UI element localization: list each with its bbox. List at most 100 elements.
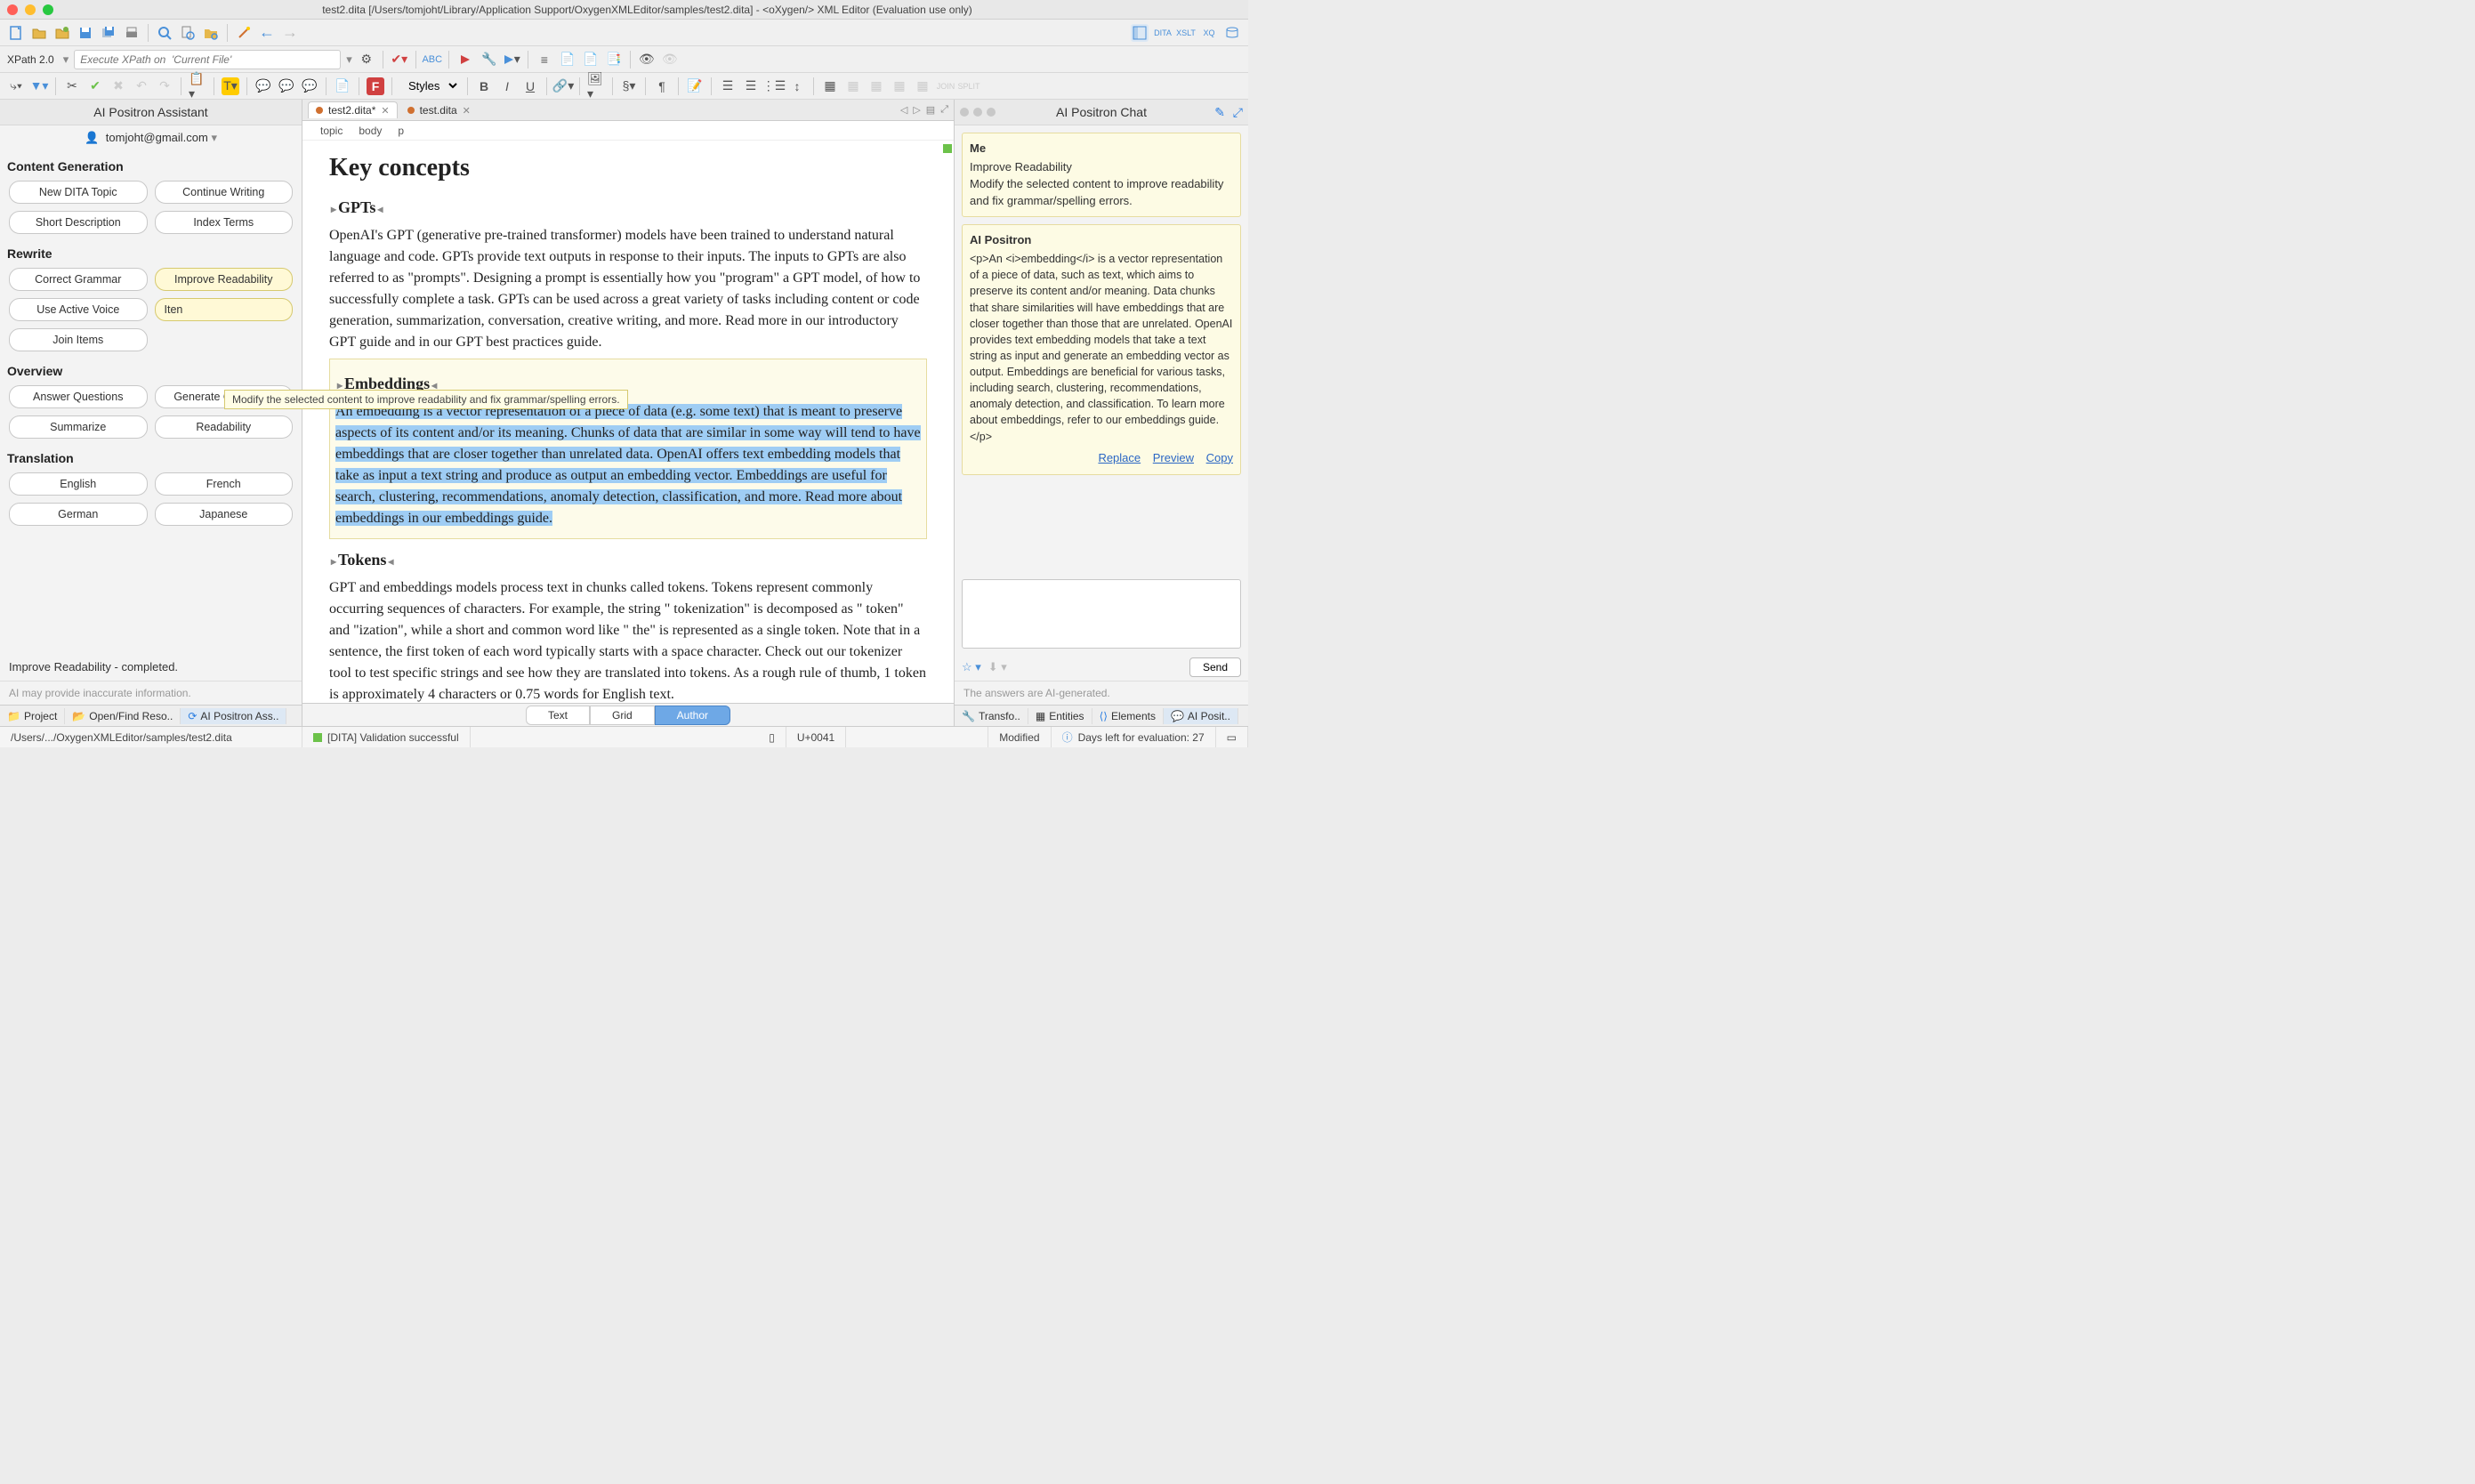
table-del-row-icon[interactable]: ▦	[891, 77, 908, 95]
entities-tab[interactable]: ▦Entities	[1028, 708, 1092, 724]
mode-author-button[interactable]: Author	[655, 706, 730, 725]
perspective-dita-icon[interactable]: DITA	[1154, 24, 1172, 42]
perspective-xq-icon[interactable]: XQ	[1200, 24, 1218, 42]
prev-change-icon[interactable]: ↶	[133, 77, 150, 95]
chat-input[interactable]	[962, 579, 1241, 649]
table-split-icon[interactable]: SPLIT	[960, 77, 978, 95]
find-in-files-icon[interactable]	[179, 24, 197, 42]
translate-japanese-button[interactable]: Japanese	[155, 503, 294, 526]
underline-icon[interactable]: U	[521, 77, 539, 95]
sort-icon[interactable]: ↕	[788, 77, 806, 95]
new-file-icon[interactable]	[7, 24, 25, 42]
summarize-button[interactable]: Summarize	[9, 415, 148, 439]
document-content[interactable]: Key concepts ▸GPTs◂ OpenAI's GPT (genera…	[302, 141, 954, 703]
code-icon[interactable]: 📝	[686, 77, 704, 95]
editor-tab-test2[interactable]: test2.dita* ✕	[308, 101, 398, 118]
project-tab[interactable]: 📁Project	[0, 708, 65, 724]
index-terms-button[interactable]: Index Terms	[155, 211, 294, 234]
insert-icon[interactable]: ⬇ ▾	[988, 660, 1007, 674]
image-icon[interactable]: 🖼▾	[587, 77, 605, 95]
show-icon[interactable]: 👁	[638, 51, 656, 69]
breadcrumb-item[interactable]: p	[398, 125, 404, 137]
continue-writing-button[interactable]: Continue Writing	[155, 181, 294, 204]
new-chat-icon[interactable]: ✎	[1214, 105, 1225, 120]
ai-positron-chat-tab[interactable]: 💬AI Posit..	[1164, 708, 1238, 724]
styles-dropdown[interactable]: Styles	[399, 77, 460, 95]
new-dita-topic-button[interactable]: New DITA Topic	[9, 181, 148, 204]
answer-questions-button[interactable]: Answer Questions	[9, 385, 148, 408]
perspective-db-icon[interactable]	[1223, 24, 1241, 42]
chevron-down-icon[interactable]: ▾	[211, 131, 217, 144]
tab-next-icon[interactable]: ▷	[913, 104, 920, 116]
minimize-window-icon[interactable]	[25, 4, 36, 15]
debug-icon[interactable]: ▾	[503, 51, 520, 69]
comment2-icon[interactable]: 💬	[278, 77, 295, 95]
section-icon[interactable]: §▾	[620, 77, 638, 95]
filter-icon[interactable]: ▼▾	[30, 77, 48, 95]
mode-text-button[interactable]: Text	[526, 706, 590, 725]
use-active-voice-button[interactable]: Use Active Voice	[9, 298, 148, 321]
tab-max-icon[interactable]: ⤢	[940, 104, 948, 116]
link-icon[interactable]: 🔗▾	[554, 77, 572, 95]
comment3-icon[interactable]: 💬	[301, 77, 318, 95]
open-folder-search-icon[interactable]	[202, 24, 220, 42]
comment-icon[interactable]: 💬	[254, 77, 272, 95]
close-tab-icon[interactable]: ✕	[381, 105, 389, 117]
breadcrumb-item[interactable]: body	[359, 125, 382, 137]
transform-tab[interactable]: 🔧Transfo..	[955, 708, 1028, 724]
table-row-icon[interactable]: ▦	[844, 77, 862, 95]
save-all-icon[interactable]	[100, 24, 117, 42]
short-description-button[interactable]: Short Description	[9, 211, 148, 234]
file-nav-icon[interactable]: 📄	[559, 51, 576, 69]
editor-tab-test[interactable]: test.dita ✕	[399, 101, 479, 118]
chevron-down-icon[interactable]: ▾	[346, 52, 352, 67]
framework-icon[interactable]: 📄	[334, 77, 351, 95]
italic-icon[interactable]: I	[498, 77, 516, 95]
forward-icon[interactable]: →	[281, 24, 299, 42]
translate-german-button[interactable]: German	[9, 503, 148, 526]
paste-icon[interactable]: 📋▾	[189, 77, 206, 95]
close-tab-icon[interactable]: ✕	[463, 105, 471, 117]
paragraph-icon[interactable]: ¶	[653, 77, 671, 95]
send-button[interactable]: Send	[1189, 657, 1241, 677]
preview-link[interactable]: Preview	[1153, 451, 1194, 464]
open-find-tab[interactable]: 📂Open/Find Reso..	[65, 708, 181, 724]
bold-icon[interactable]: B	[475, 77, 493, 95]
run-transform-icon[interactable]	[456, 51, 474, 69]
table-join-icon[interactable]: JOIN	[937, 77, 955, 95]
table-icon[interactable]: ▦	[821, 77, 839, 95]
mode-grid-button[interactable]: Grid	[590, 706, 655, 725]
file-edit-icon[interactable]: 📄	[582, 51, 600, 69]
highlight-icon[interactable]: T▾	[222, 77, 239, 95]
cut-icon[interactable]: ✂	[63, 77, 81, 95]
search-icon[interactable]	[156, 24, 173, 42]
close-window-icon[interactable]	[7, 4, 18, 15]
next-change-icon[interactable]: ↷	[156, 77, 173, 95]
configure-transform-icon[interactable]: 🔧	[480, 51, 497, 69]
xpath-version-label[interactable]: XPath 2.0	[7, 53, 54, 66]
status-memory-icon[interactable]: ▭	[1216, 727, 1248, 747]
itemize-button-partial[interactable]: Iten	[155, 298, 294, 321]
readability-button[interactable]: Readability	[155, 415, 294, 439]
translate-french-button[interactable]: French	[155, 472, 294, 496]
elements-tab[interactable]: ⟨⟩Elements	[1092, 708, 1164, 724]
open-url-icon[interactable]	[53, 24, 71, 42]
back-icon[interactable]: ←	[258, 24, 276, 42]
expand-panel-icon[interactable]: ⤢	[1233, 105, 1243, 120]
bullet-list-icon[interactable]: ⋮☰	[765, 77, 783, 95]
improve-readability-button[interactable]: Improve Readability	[155, 268, 294, 291]
table-del-col-icon[interactable]: ▦	[914, 77, 931, 95]
hide-icon[interactable]: 👁	[661, 51, 679, 69]
text-direction-icon[interactable]: ⤷▾	[7, 77, 25, 95]
tab-prev-icon[interactable]: ◁	[900, 104, 907, 116]
favorite-icon[interactable]: ☆ ▾	[962, 660, 981, 674]
breadcrumb-item[interactable]: topic	[320, 125, 343, 137]
save-icon[interactable]	[77, 24, 94, 42]
indent-icon[interactable]: ≡	[536, 51, 553, 69]
perspective-default-icon[interactable]	[1131, 24, 1149, 42]
spellcheck-icon[interactable]: ABC	[423, 51, 441, 69]
replace-link[interactable]: Replace	[1098, 451, 1141, 464]
open-file-icon[interactable]	[30, 24, 48, 42]
reject-icon[interactable]: ✖	[109, 77, 127, 95]
chevron-down-icon[interactable]: ▾	[63, 52, 69, 67]
